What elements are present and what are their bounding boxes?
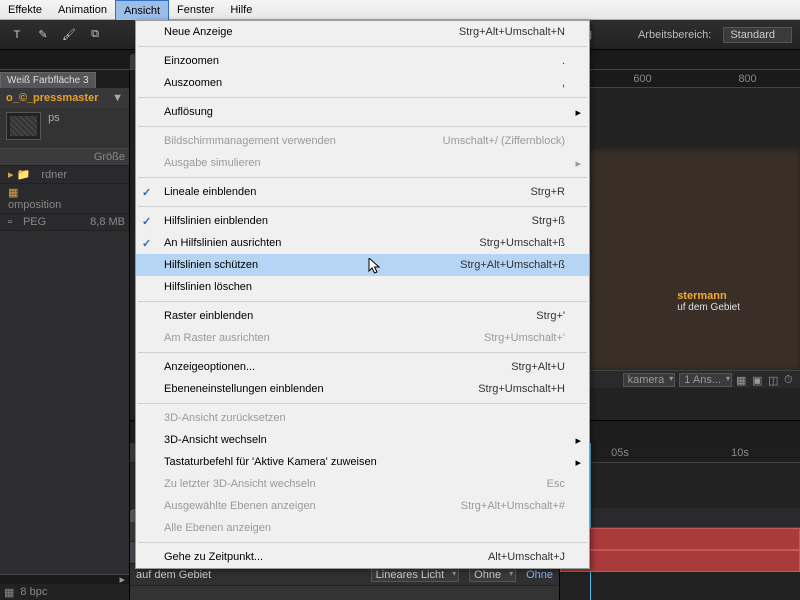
project-list-header: Größe — [0, 149, 129, 166]
menu-help[interactable]: Hilfe — [222, 0, 260, 19]
menu-item[interactable]: 3D-Ansicht wechseln▸ — [136, 429, 589, 451]
menu-item: Am Raster ausrichtenStrg+Umschalt+' — [136, 327, 589, 349]
menu-item[interactable]: Einzoomen. — [136, 50, 589, 72]
project-list: Größe ▸ 📁 rdner ▦ omposition ▫ PEG8,8 MB — [0, 148, 129, 231]
menu-item: Ausgewählte Ebenen anzeigenStrg+Alt+Umsc… — [136, 495, 589, 517]
parent-select[interactable]: Ohne — [526, 569, 553, 581]
trkmat-select[interactable]: Ohne — [469, 568, 516, 582]
lower-third-text: stermann uf dem Gebiet — [677, 290, 740, 313]
menu-item[interactable]: Raster einblendenStrg+' — [136, 305, 589, 327]
menu-item: Ausgabe simulieren▸ — [136, 152, 589, 174]
blend-mode-select[interactable]: Lineares Licht — [371, 568, 460, 582]
mask-icon[interactable]: ▣ — [752, 374, 764, 386]
menu-item: 3D-Ansicht zurücksetzen — [136, 407, 589, 429]
footage-preview — [590, 150, 800, 370]
file-icon: ▫ — [4, 214, 19, 230]
workspace-select[interactable]: Standard — [723, 27, 792, 43]
list-item[interactable]: ▦ omposition — [0, 184, 129, 214]
horizontal-scrollbar[interactable]: ▸ — [0, 574, 129, 584]
view-menu-dropdown: Neue AnzeigeStrg+Alt+Umschalt+N Einzoomen… — [135, 20, 590, 569]
timecode-icon[interactable]: ⏱ — [784, 374, 796, 386]
menu-item[interactable]: Anzeigeoptionen...Strg+Alt+U — [136, 356, 589, 378]
layer-clip[interactable] — [560, 550, 800, 572]
menu-item[interactable]: Hilfslinien schützenStrg+Alt+Umschalt+ß — [136, 254, 589, 276]
text-tool-icon[interactable]: T — [8, 26, 26, 44]
region-icon[interactable]: ◫ — [768, 374, 780, 386]
project-panel: Weiß Farbfläche 3 o_©_pressmaster▼ ps Gr… — [0, 70, 130, 600]
viewer-toolbar: kamera 1 Ans... ▦ ▣ ◫ ⏱ — [590, 370, 800, 388]
color-tab[interactable]: Weiß Farbfläche 3 — [0, 72, 96, 88]
grid-icon[interactable]: ▦ — [736, 374, 748, 386]
menu-item[interactable]: Gehe zu Zeitpunkt...Alt+Umschalt+J — [136, 546, 589, 568]
menu-item: Alle Ebenen anzeigen — [136, 517, 589, 539]
ruler-horizontal: 600800 — [590, 70, 800, 88]
workspace-label: Arbeitsbereich: — [638, 29, 711, 41]
bpc-icon[interactable]: 8 bpc — [20, 586, 47, 598]
menu-item[interactable]: ✓An Hilfslinien ausrichtenStrg+Umschalt+… — [136, 232, 589, 254]
menu-item[interactable]: Neue AnzeigeStrg+Alt+Umschalt+N — [136, 21, 589, 43]
folder-icon: ▸ 📁 — [4, 167, 37, 183]
playhead[interactable] — [590, 443, 591, 600]
stamp-tool-icon[interactable]: ⧉ — [86, 26, 104, 44]
timeline-tracks[interactable]: 05s10s — [560, 443, 800, 600]
menu-item[interactable]: Auszoomen, — [136, 72, 589, 94]
list-item[interactable]: ▸ 📁 rdner — [0, 166, 129, 184]
menu-item[interactable]: ✓Lineale einblendenStrg+R — [136, 181, 589, 203]
menu-item[interactable]: ✓Hilfslinien einblendenStrg+ß — [136, 210, 589, 232]
list-item[interactable]: ▫ PEG8,8 MB — [0, 214, 129, 231]
menu-item[interactable]: Tastaturbefehl für 'Aktive Kamera' zuwei… — [136, 451, 589, 473]
layer-clip[interactable] — [560, 528, 800, 550]
brush-tool-icon[interactable]: 🖌 — [60, 26, 78, 44]
menu-animation[interactable]: Animation — [50, 0, 115, 19]
menu-item[interactable]: Auflösung▸ — [136, 101, 589, 123]
menu-view[interactable]: Ansicht — [115, 0, 169, 20]
project-item-header[interactable]: o_©_pressmaster▼ — [0, 88, 129, 108]
project-preview: ps — [0, 108, 129, 148]
menu-effects[interactable]: Effekte — [0, 0, 50, 19]
interpret-icon[interactable]: ▦ — [4, 586, 14, 599]
menubar[interactable]: Effekte Animation Ansicht Fenster Hilfe — [0, 0, 800, 20]
camera-select[interactable]: kamera — [623, 373, 676, 387]
menu-item: Zu letzter 3D-Ansicht wechselnEsc — [136, 473, 589, 495]
view-select[interactable]: 1 Ans... — [679, 373, 732, 387]
footage-thumb-icon — [6, 112, 41, 140]
menu-item[interactable]: Hilfslinien löschen — [136, 276, 589, 298]
menu-window[interactable]: Fenster — [169, 0, 222, 19]
pen-tool-icon[interactable]: ✎ — [34, 26, 52, 44]
time-ruler[interactable]: 05s10s — [560, 443, 800, 463]
menu-item[interactable]: Ebeneneinstellungen einblendenStrg+Umsch… — [136, 378, 589, 400]
menu-item: Bildschirmmanagement verwendenUmschalt+/… — [136, 130, 589, 152]
